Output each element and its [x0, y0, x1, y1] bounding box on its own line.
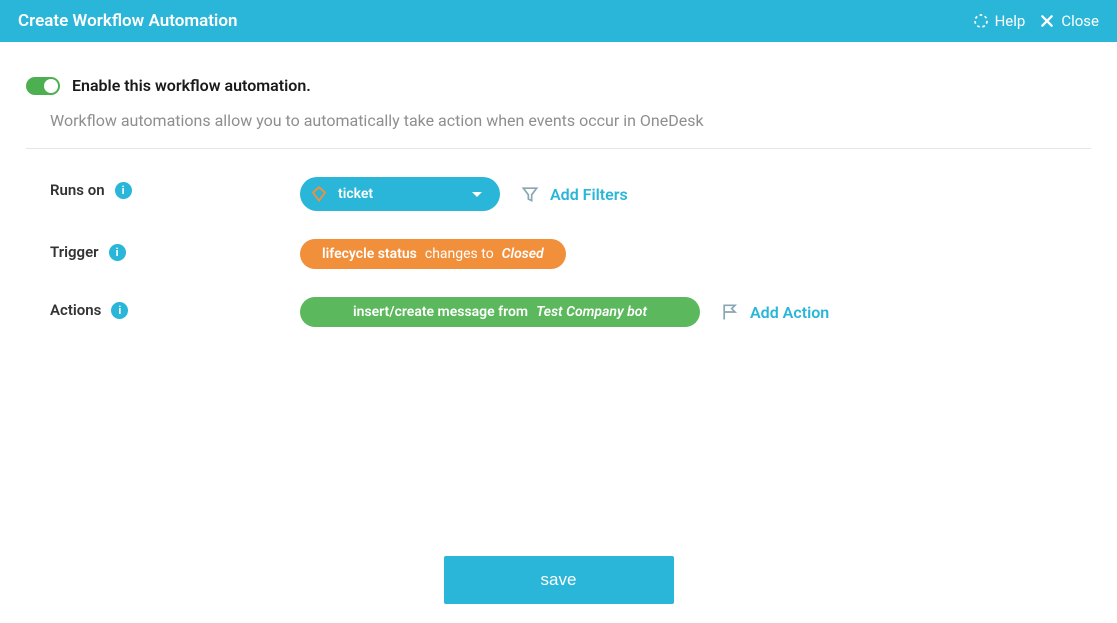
help-icon [973, 13, 989, 29]
runs-on-label-group: Runs on i [50, 177, 300, 199]
trigger-value: Closed [502, 246, 544, 262]
trigger-label-group: Trigger i [50, 239, 300, 261]
actions-row: Actions i insert/create message from Tes… [50, 297, 1091, 327]
info-icon[interactable]: i [109, 244, 126, 261]
modal-header: Create Workflow Automation Help Close [0, 0, 1117, 42]
add-action-label: Add Action [750, 303, 829, 322]
action-value: Test Company bot [536, 304, 647, 320]
runs-on-select-content: ticket [310, 185, 373, 203]
divider [26, 148, 1091, 149]
description-text: Workflow automations allow you to automa… [50, 111, 1091, 130]
help-button[interactable]: Help [973, 12, 1026, 30]
close-button[interactable]: Close [1039, 12, 1099, 30]
modal-content: Enable this workflow automation. Workflo… [0, 42, 1117, 327]
runs-on-label: Runs on [50, 181, 105, 199]
trigger-field: lifecycle status [322, 246, 417, 262]
actions-label-group: Actions i [50, 297, 300, 319]
header-actions: Help Close [973, 12, 1099, 30]
runs-on-select[interactable]: ticket [300, 177, 500, 211]
actions-controls: insert/create message from Test Company … [300, 297, 829, 327]
trigger-label: Trigger [50, 243, 99, 261]
info-icon[interactable]: i [115, 182, 132, 199]
trigger-controls: lifecycle status changes to Closed [300, 239, 566, 269]
enable-label: Enable this workflow automation. [72, 76, 311, 95]
close-icon [1039, 13, 1055, 29]
trigger-pill[interactable]: lifecycle status changes to Closed [300, 239, 566, 269]
action-text: insert/create message from [353, 304, 528, 320]
modal-footer: save [0, 556, 1117, 604]
info-icon[interactable]: i [111, 302, 128, 319]
add-filters-label: Add Filters [550, 185, 628, 204]
runs-on-controls: ticket Add Filters [300, 177, 628, 211]
trigger-row: Trigger i lifecycle status changes to Cl… [50, 239, 1091, 269]
toggle-knob [44, 79, 58, 93]
help-label: Help [995, 12, 1026, 30]
actions-label: Actions [50, 301, 101, 319]
modal-title: Create Workflow Automation [18, 11, 237, 31]
enable-toggle[interactable] [26, 77, 60, 95]
add-action-button[interactable]: Add Action [720, 302, 829, 322]
filter-icon [520, 184, 540, 204]
chevron-down-icon [472, 192, 482, 197]
ticket-icon [310, 185, 328, 203]
save-button[interactable]: save [444, 556, 674, 604]
runs-on-row: Runs on i ticket Add Filte [50, 177, 1091, 211]
trigger-operator: changes to [425, 246, 494, 262]
runs-on-selected-value: ticket [338, 186, 373, 202]
add-filters-button[interactable]: Add Filters [520, 184, 628, 204]
action-pill[interactable]: insert/create message from Test Company … [300, 297, 700, 327]
close-label: Close [1061, 12, 1099, 30]
flag-icon [720, 302, 740, 322]
enable-row: Enable this workflow automation. [26, 76, 1091, 95]
